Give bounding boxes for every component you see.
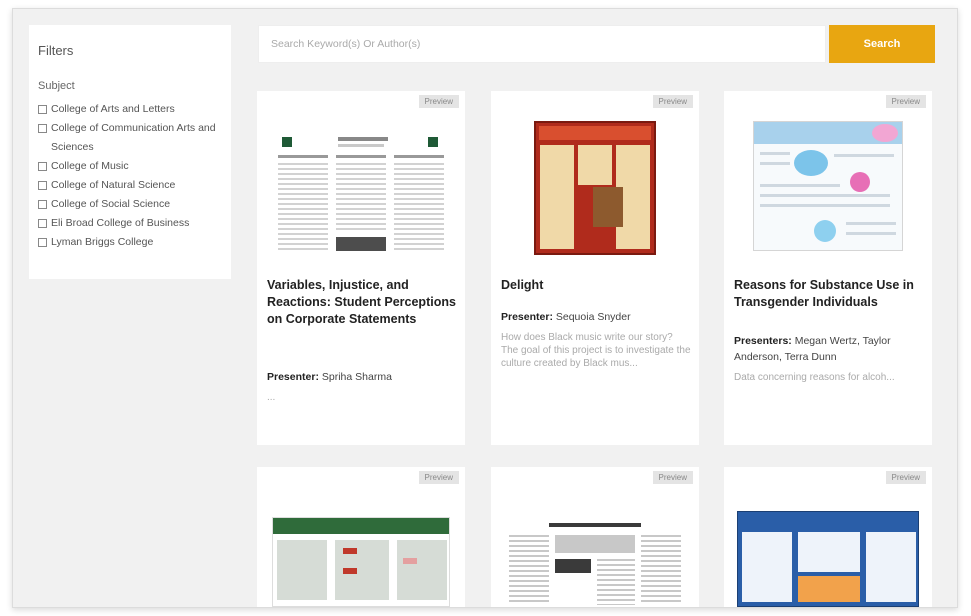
subject-option-social-science[interactable]: College of Social Science xyxy=(38,195,222,214)
poster-card[interactable]: Preview Reasons for Substance Use in Tra… xyxy=(724,91,932,445)
subject-option-lyman-briggs[interactable]: Lyman Briggs College xyxy=(38,233,222,252)
poster-image xyxy=(272,517,450,607)
card-title[interactable]: Variables, Injustice, and Reactions: Stu… xyxy=(267,277,457,328)
preview-badge[interactable]: Preview xyxy=(652,95,693,108)
subject-option-business[interactable]: Eli Broad College of Business xyxy=(38,214,222,233)
preview-badge[interactable]: Preview xyxy=(652,471,693,484)
subject-label: College of Communication Arts and Scienc… xyxy=(51,122,216,153)
filters-sidebar: Filters Subject College of Arts and Lett… xyxy=(29,25,231,279)
poster-image xyxy=(278,133,444,257)
presenter-line: Presenters: Megan Wertz, Taylor Anderson… xyxy=(734,333,924,365)
checkbox[interactable] xyxy=(38,200,47,209)
checkbox[interactable] xyxy=(38,162,47,171)
checkbox[interactable] xyxy=(38,238,47,247)
subject-heading: Subject xyxy=(38,80,75,92)
poster-image xyxy=(509,523,681,607)
subject-label: Lyman Briggs College xyxy=(51,236,154,248)
subject-label: College of Natural Science xyxy=(51,179,176,191)
card-description: ... xyxy=(267,392,276,403)
checkbox[interactable] xyxy=(38,124,47,133)
poster-thumbnail[interactable] xyxy=(257,493,465,607)
card-description: How does Black music write our story? Th… xyxy=(501,332,691,369)
preview-badge[interactable]: Preview xyxy=(418,471,459,484)
card-title[interactable]: Reasons for Substance Use in Transgender… xyxy=(734,277,924,311)
poster-card[interactable]: Preview Variables, Injustice, and Reacti… xyxy=(257,91,465,445)
poster-card[interactable]: Preview xyxy=(724,467,932,607)
preview-badge[interactable]: Preview xyxy=(418,95,459,108)
preview-badge[interactable]: Preview xyxy=(885,95,926,108)
search-button[interactable]: Search xyxy=(829,25,935,63)
poster-image xyxy=(737,511,919,607)
poster-thumbnail[interactable] xyxy=(724,117,932,257)
search-input[interactable] xyxy=(258,25,826,63)
poster-thumbnail[interactable] xyxy=(257,117,465,257)
subject-option-communication-arts[interactable]: College of Communication Arts and Scienc… xyxy=(38,119,222,157)
presenter-names: Sequoia Snyder xyxy=(555,311,631,323)
presenter-names: Spriha Sharma xyxy=(321,371,392,383)
app-frame: Filters Subject College of Arts and Lett… xyxy=(12,8,958,608)
preview-badge[interactable]: Preview xyxy=(885,471,926,484)
card-title[interactable]: Delight xyxy=(501,277,691,294)
poster-thumbnail[interactable] xyxy=(491,117,699,257)
subject-option-arts-letters[interactable]: College of Arts and Letters xyxy=(38,100,222,119)
presenter-line: Presenter: Spriha Sharma xyxy=(267,369,457,385)
presenter-label: Presenter: xyxy=(267,371,319,383)
poster-card[interactable]: Preview xyxy=(491,467,699,607)
poster-image xyxy=(753,121,903,251)
poster-card[interactable]: Preview Delight Presenter: Sequoia Snyde… xyxy=(491,91,699,445)
card-description: Data concerning reasons for alcoh... xyxy=(734,372,895,383)
checkbox[interactable] xyxy=(38,181,47,190)
presenter-label: Presenters: xyxy=(734,335,792,347)
presenter-label: Presenter: xyxy=(501,311,553,323)
subject-label: Eli Broad College of Business xyxy=(51,217,190,229)
checkbox[interactable] xyxy=(38,219,47,228)
filters-title: Filters xyxy=(38,43,74,58)
subject-list: College of Arts and Letters College of C… xyxy=(38,100,222,252)
poster-card[interactable]: Preview xyxy=(257,467,465,607)
presenter-line: Presenter: Sequoia Snyder xyxy=(501,309,691,325)
poster-image xyxy=(534,121,656,255)
subject-label: College of Arts and Letters xyxy=(51,103,175,115)
subject-option-music[interactable]: College of Music xyxy=(38,157,222,176)
subject-option-natural-science[interactable]: College of Natural Science xyxy=(38,176,222,195)
poster-thumbnail[interactable] xyxy=(491,493,699,607)
poster-thumbnail[interactable] xyxy=(724,493,932,607)
subject-label: College of Music xyxy=(51,160,129,172)
subject-label: College of Social Science xyxy=(51,198,171,210)
checkbox[interactable] xyxy=(38,105,47,114)
